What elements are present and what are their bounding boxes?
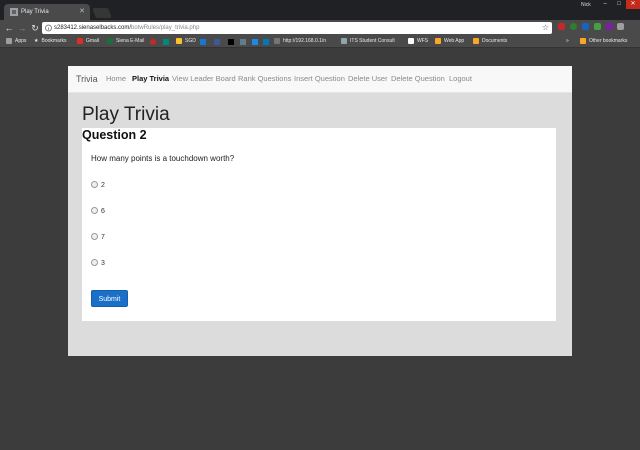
- facebook-icon[interactable]: [214, 39, 220, 45]
- tab-title: Play Trivia: [21, 9, 49, 15]
- bookmark-gmail[interactable]: Gmail: [77, 36, 99, 47]
- page-icon: [274, 37, 280, 44]
- extension-icon[interactable]: [594, 23, 601, 30]
- reload-icon[interactable]: ↻: [30, 21, 40, 35]
- page-title: Play Trivia: [82, 104, 170, 125]
- extension-icon[interactable]: [570, 23, 577, 30]
- bookmarks-bar: Apps ★ Bookmarks Gmail Siena E-Mail SGD h…: [0, 36, 640, 48]
- navbar-brand[interactable]: Trivia: [76, 66, 98, 92]
- answer-option[interactable]: 7: [91, 233, 105, 242]
- question-card: Question 2 How many points is a touchdow…: [82, 128, 556, 321]
- youtube-icon[interactable]: [150, 39, 156, 45]
- mail-icon: [107, 37, 113, 44]
- radio-button[interactable]: [91, 207, 98, 215]
- profile-name[interactable]: Nick: [581, 2, 591, 8]
- folder-icon: [435, 37, 441, 44]
- page-favicon-icon: [10, 8, 18, 16]
- answer-option[interactable]: 3: [91, 259, 105, 268]
- bookmark-icon[interactable]: [163, 39, 169, 45]
- radio-button[interactable]: [91, 233, 98, 241]
- bookmark-its[interactable]: ITS Student Consult: [341, 36, 395, 47]
- nav-link-leader-board[interactable]: View Leader Board: [172, 66, 236, 92]
- bookmarks-overflow[interactable]: »: [566, 36, 569, 47]
- page-icon: [341, 37, 347, 44]
- folder-icon: [473, 37, 479, 44]
- browser-titlebar: Play Trivia ✕ Nick – □ ✕: [0, 0, 640, 20]
- bookmark-icon[interactable]: [263, 39, 269, 45]
- imdb-icon[interactable]: [228, 39, 234, 45]
- nav-link-delete-question[interactable]: Delete Question: [391, 66, 445, 92]
- page-info-icon[interactable]: [45, 24, 52, 32]
- nav-link-play-trivia[interactable]: Play Trivia: [132, 66, 169, 92]
- question-heading: Question 2: [82, 128, 147, 142]
- bookmark-star-icon[interactable]: ☆: [542, 22, 549, 34]
- new-tab-button[interactable]: [92, 8, 112, 18]
- address-bar[interactable]: s283412.sienaselbacks.com/botwRules/play…: [42, 22, 552, 34]
- close-window-icon[interactable]: ✕: [626, 0, 640, 9]
- bookmark-web-app[interactable]: Web App: [435, 36, 464, 47]
- tab-close-icon[interactable]: ✕: [79, 4, 85, 20]
- bookmark-router[interactable]: http://192.168.0.1/n: [274, 36, 326, 47]
- back-arrow-icon[interactable]: ←: [4, 21, 14, 35]
- maximize-icon[interactable]: □: [612, 0, 626, 9]
- gmail-icon: [77, 37, 83, 44]
- nav-link-logout[interactable]: Logout: [449, 66, 472, 92]
- page-icon: [408, 37, 414, 44]
- folder-icon: [580, 37, 586, 44]
- extension-icon[interactable]: [582, 23, 589, 30]
- nav-link-rank-questions[interactable]: Rank Questions: [238, 66, 291, 92]
- nav-link-home[interactable]: Home: [106, 66, 126, 92]
- bookmark-bookmarks[interactable]: ★ Bookmarks: [34, 36, 67, 47]
- browser-toolbar: ← → ↻ s283412.sienaselbacks.com/botwRule…: [0, 20, 640, 53]
- sgd-icon: [176, 37, 182, 44]
- page-viewport: Trivia Home Play Trivia View Leader Boar…: [0, 48, 640, 450]
- bookmark-siena-email[interactable]: Siena E-Mail: [107, 36, 144, 47]
- star-icon: ★: [34, 38, 39, 44]
- question-text: How many points is a touchdown worth?: [91, 154, 235, 163]
- extension-icon[interactable]: [606, 23, 613, 30]
- submit-button[interactable]: Submit: [91, 290, 128, 307]
- url-text[interactable]: s283412.sienaselbacks.com/botwRules/play…: [54, 22, 199, 34]
- bookmark-apps[interactable]: Apps: [6, 36, 26, 47]
- answer-option[interactable]: 2: [91, 181, 105, 190]
- app-container: Trivia Home Play Trivia View Leader Boar…: [68, 66, 572, 356]
- extension-icon[interactable]: [558, 23, 565, 30]
- forward-arrow-icon[interactable]: →: [17, 21, 27, 35]
- bookmark-documents[interactable]: Documents: [473, 36, 507, 47]
- bookmark-icon[interactable]: [252, 39, 258, 45]
- calendar-icon[interactable]: [200, 39, 206, 45]
- nav-link-insert-question[interactable]: Insert Question: [294, 66, 345, 92]
- bookmark-sgd[interactable]: SGD: [176, 36, 196, 47]
- answer-option[interactable]: 6: [91, 207, 105, 216]
- apps-grid-icon: [6, 37, 12, 44]
- extension-icon[interactable]: [617, 23, 624, 30]
- minimize-icon[interactable]: –: [598, 0, 612, 9]
- radio-button[interactable]: [91, 259, 98, 267]
- radio-button[interactable]: [91, 181, 98, 189]
- browser-tab[interactable]: Play Trivia ✕: [4, 4, 90, 20]
- navbar: Trivia Home Play Trivia View Leader Boar…: [68, 66, 572, 93]
- bookmark-other[interactable]: Other bookmarks: [580, 36, 627, 47]
- bookmark-wfs[interactable]: WFS: [408, 36, 428, 47]
- bookmark-icon[interactable]: [240, 39, 246, 45]
- nav-link-delete-user[interactable]: Delete User: [348, 66, 388, 92]
